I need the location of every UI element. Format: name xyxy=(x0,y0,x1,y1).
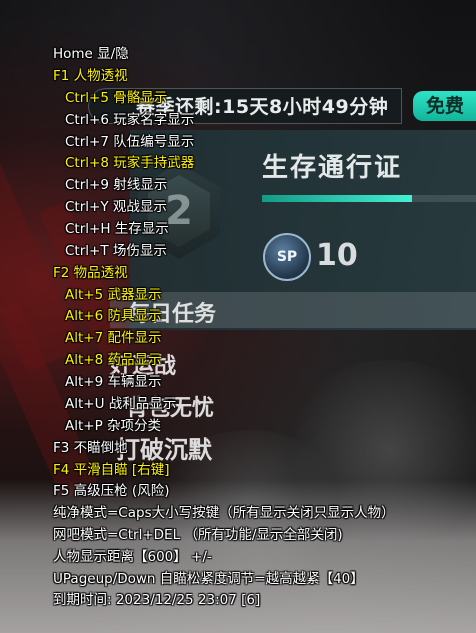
sp-icon: SP xyxy=(263,233,311,281)
menu-item-misc: Alt+P 杂项分类 xyxy=(65,418,162,434)
menu-item-loot: Alt+U 战利品显示 xyxy=(65,396,177,412)
pass-progress-fill xyxy=(262,195,412,202)
menu-item-attachment: Alt+7 配件显示 xyxy=(65,330,162,346)
menu-item-cafe-mode: 网吧模式=Ctrl+DEL （所有功能/显示全部关闭) xyxy=(53,527,343,543)
menu-item-held-weapon: Ctrl+8 玩家手持武器 xyxy=(65,155,195,171)
menu-item-aim-tightness: UPageup/Down 自瞄松紧度调节=越高越紧【40】 xyxy=(53,571,364,587)
sp-value: 10 xyxy=(316,238,358,273)
menu-item-medicine: Alt+8 药品显示 xyxy=(65,352,162,368)
menu-item-weapon: Alt+5 武器显示 xyxy=(65,287,162,303)
pass-progress-bar xyxy=(262,195,476,202)
menu-item-smooth-aim: F4 平滑自瞄 [右键] xyxy=(53,462,170,478)
menu-item-item-esp: F2 物品透视 xyxy=(53,265,128,281)
menu-item-survival: Ctrl+H 生存显示 xyxy=(65,221,169,237)
menu-item-recoil: F5 高级压枪 (风险) xyxy=(53,483,170,499)
menu-item-player-name: Ctrl+6 玩家名字显示 xyxy=(65,112,195,128)
menu-item-vehicle: Alt+9 车辆显示 xyxy=(65,374,162,390)
menu-item-distance: 人物显示距离【600】 +/- xyxy=(53,549,212,565)
menu-item-armor: Alt+6 防具显示 xyxy=(65,308,162,324)
free-tab-button[interactable]: 免费 xyxy=(413,91,476,121)
menu-item-no-aim-downed: F3 不瞄倒地 xyxy=(53,440,128,456)
menu-item-skeleton: Ctrl+5 骨骼显示 xyxy=(65,90,168,106)
battle-pass-title: 生存通行证 xyxy=(262,153,403,183)
menu-item-spectate: Ctrl+Y 观战显示 xyxy=(65,199,167,215)
menu-item-damage: Ctrl+T 场伤显示 xyxy=(65,243,167,259)
menu-item-player-esp: F1 人物透视 xyxy=(53,68,128,84)
menu-item-toggle: Home 显/隐 xyxy=(53,46,129,62)
menu-item-clean-mode: 纯净模式=Caps大小写按键（所有显示关闭只显示人物） xyxy=(53,505,395,521)
menu-item-expiry: 到期时间: 2023/12/25 23:07 [6] xyxy=(53,592,261,608)
menu-item-team-number: Ctrl+7 队伍编号显示 xyxy=(65,134,195,150)
menu-item-ray: Ctrl+9 射线显示 xyxy=(65,177,168,193)
